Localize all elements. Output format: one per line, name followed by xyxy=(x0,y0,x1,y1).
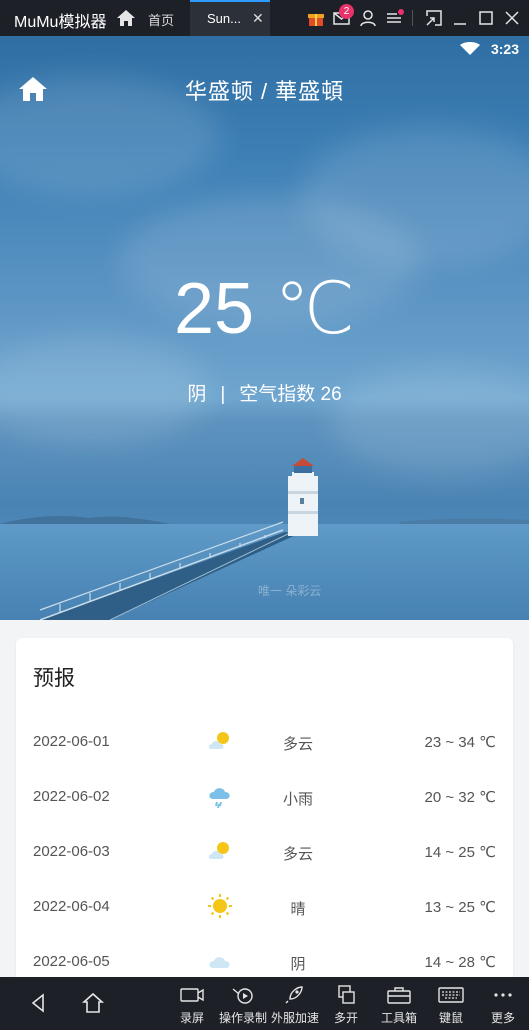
forecast-date: 2022-06-02 xyxy=(33,788,110,805)
home-icon[interactable] xyxy=(81,991,105,1015)
screenshot-icon[interactable] xyxy=(424,8,444,28)
minimize-icon[interactable] xyxy=(450,8,470,28)
toolbar-label: 外服加速 xyxy=(270,1011,319,1025)
gift-icon[interactable] xyxy=(306,8,326,28)
current-condition: 阴 xyxy=(187,384,207,405)
forecast-range: 20 ~ 32 ℃ xyxy=(424,789,496,806)
record-screen-icon xyxy=(180,988,204,1002)
acceleration-button[interactable]: 外服加速 xyxy=(269,985,321,1027)
rocket-icon xyxy=(285,986,303,1004)
maximize-icon[interactable] xyxy=(476,8,496,28)
forecast-row: 2022-06-03 多云 14 ~ 25 ℃ xyxy=(16,842,513,898)
forecast-row: 2022-06-01 多云 23 ~ 34 ℃ xyxy=(16,732,513,788)
forecast-range: 13 ~ 25 ℃ xyxy=(424,899,496,916)
tab-home[interactable]: 首页 xyxy=(148,10,174,29)
close-window-icon[interactable] xyxy=(502,8,522,28)
multi-instance-button[interactable]: 多开 xyxy=(320,985,372,1027)
more-button[interactable]: 更多 xyxy=(477,985,529,1027)
back-icon[interactable] xyxy=(27,991,51,1015)
notification-dot xyxy=(398,9,404,15)
forecast-row: 2022-06-02 小雨 20 ~ 32 ℃ xyxy=(16,788,513,843)
titlebar-divider xyxy=(412,10,413,26)
toolbox-icon xyxy=(387,987,411,1004)
forecast-condition: 多云 xyxy=(282,736,313,753)
toolbar-label: 更多 xyxy=(490,1011,515,1025)
forecast-title: 预报 xyxy=(33,667,75,690)
status-time: 3:23 xyxy=(490,41,519,57)
partly-cloudy-icon xyxy=(208,732,229,749)
forecast-date: 2022-06-01 xyxy=(33,733,110,750)
forecast-range: 14 ~ 25 ℃ xyxy=(424,844,496,861)
app-brand: MuMu模拟器 xyxy=(14,14,107,31)
toolbar-label: 多开 xyxy=(333,1011,358,1025)
phone-screen: 3:23 华盛顿 / 華盛頓 25 ℃ 阴 | 空气指数 26 唯一 朵彩云 预报 … xyxy=(0,36,529,977)
forecast-date: 2022-06-05 xyxy=(33,953,110,970)
forecast-condition: 晴 xyxy=(290,901,306,918)
partly-cloudy-icon xyxy=(208,842,229,859)
toolbar-label: 工具箱 xyxy=(380,1011,417,1025)
record-screen-button[interactable]: 录屏 xyxy=(166,985,218,1027)
keyboard-icon xyxy=(438,987,464,1003)
current-temperature: 25 ℃ xyxy=(174,269,355,349)
forecast-row: 2022-06-04 晴 13 ~ 25 ℃ xyxy=(16,894,513,953)
home-icon[interactable] xyxy=(116,8,136,28)
cloud-icon xyxy=(209,957,230,968)
emulator-title-bar: MuMu模拟器 首页 Sun... ✕ 2 xyxy=(0,0,529,36)
toolbar-label: 键鼠 xyxy=(438,1011,463,1025)
forecast-range: 14 ~ 28 ℃ xyxy=(424,954,496,971)
toolbox-button[interactable]: 工具箱 xyxy=(373,985,425,1027)
close-icon[interactable]: ✕ xyxy=(252,10,264,27)
wifi-icon xyxy=(460,42,480,55)
more-icon xyxy=(494,993,512,997)
tab-active-label: Sun... xyxy=(207,11,241,26)
forecast-date: 2022-06-04 xyxy=(33,898,110,915)
sun-icon xyxy=(208,894,232,918)
macro-record-button[interactable]: 操作录制 xyxy=(217,985,269,1027)
condition-line: 阴 | 空气指数 26 xyxy=(0,379,529,406)
forecast-range: 23 ~ 34 ℃ xyxy=(424,734,496,751)
emulator-toolbar: 录屏 操作录制 外服加速 多开 工具箱 键鼠 更多 xyxy=(0,977,529,1030)
forecast-date: 2022-06-03 xyxy=(33,843,110,860)
keyboard-mouse-button[interactable]: 键鼠 xyxy=(425,985,477,1027)
forecast-condition: 阴 xyxy=(290,956,306,973)
air-quality-index: 空气指数 26 xyxy=(239,384,342,405)
toolbar-label: 录屏 xyxy=(179,1011,204,1025)
forecast-condition: 多云 xyxy=(282,846,313,863)
macro-record-icon xyxy=(232,988,253,1004)
forecast-card: 预报 2022-06-01 多云 23 ~ 34 ℃ 2022-06-02 小雨… xyxy=(16,638,513,977)
condition-divider: | xyxy=(220,384,226,405)
image-watermark: 唯一 朵彩云 xyxy=(258,584,322,598)
mail-badge: 2 xyxy=(339,4,354,19)
forecast-condition: 小雨 xyxy=(282,791,313,808)
multi-instance-icon xyxy=(338,985,355,1004)
user-icon[interactable] xyxy=(358,8,378,28)
weather-hero: 3:23 华盛顿 / 華盛頓 25 ℃ 阴 | 空气指数 26 唯一 朵彩云 xyxy=(0,36,529,620)
rain-icon xyxy=(209,788,230,809)
city-name: 华盛顿 / 華盛頓 xyxy=(184,79,345,104)
toolbar-label: 操作录制 xyxy=(218,1011,267,1025)
tab-active-app[interactable]: Sun... ✕ xyxy=(190,0,270,36)
forecast-row: 2022-06-05 阴 14 ~ 28 ℃ xyxy=(16,953,513,977)
